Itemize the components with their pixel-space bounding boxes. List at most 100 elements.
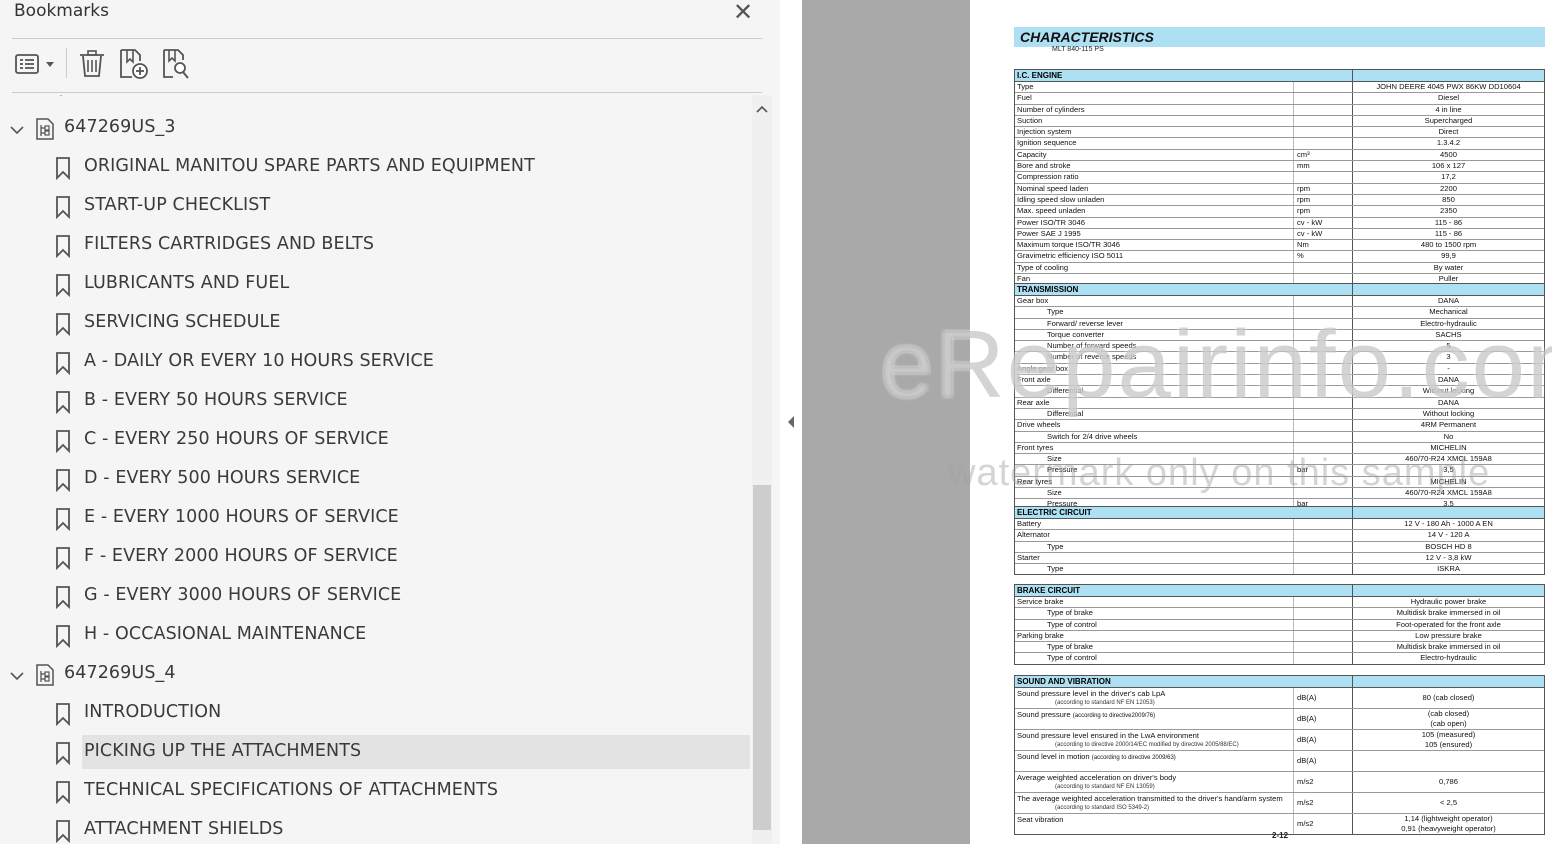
bookmark-icon bbox=[55, 780, 71, 809]
model-subheading: MLT 840-115 PS bbox=[1052, 46, 1104, 53]
spec-table-header: I.C. ENGINE bbox=[1015, 70, 1544, 82]
bookmark-item[interactable]: ATTACHMENT SHIELDS bbox=[0, 813, 752, 844]
bookmark-item[interactable]: PICKING UP THE ATTACHMENTS bbox=[0, 735, 752, 769]
bookmark-item[interactable]: FILTERS CARTRIDGES AND BELTS bbox=[0, 228, 752, 262]
bookmark-item[interactable]: START-UP CHECKLIST bbox=[0, 189, 752, 223]
bookmark-item[interactable]: F - EVERY 2000 HOURS OF SERVICE bbox=[0, 540, 752, 574]
bookmark-item[interactable]: INTRODUCTION bbox=[0, 696, 752, 730]
spec-value: 5 bbox=[1446, 341, 1451, 351]
spec-unit: Nm bbox=[1297, 240, 1309, 250]
spec-unit: dB(A) bbox=[1297, 756, 1317, 765]
bookmark-label: G - EVERY 3000 HOURS OF SERVICE bbox=[84, 585, 402, 605]
spec-value: DANA bbox=[1437, 296, 1460, 305]
collapse-panel-button[interactable] bbox=[786, 414, 796, 435]
bookmark-item[interactable]: E - EVERY 1000 HOURS OF SERVICE bbox=[0, 501, 752, 535]
spec-value: By water bbox=[1433, 262, 1464, 272]
spec-unit: mm bbox=[1297, 161, 1310, 171]
spec-label: Alternator bbox=[1017, 530, 1050, 540]
panel-splitter[interactable] bbox=[780, 0, 802, 844]
spec-label-text: Average weighted acceleration on driver'… bbox=[1017, 773, 1177, 782]
spec-label: Drive wheels bbox=[1017, 420, 1061, 430]
section-title: I.C. ENGINE bbox=[1017, 71, 1063, 80]
spec-row: Front axle DANA bbox=[1015, 375, 1544, 387]
bookmark-item[interactable]: LUBRICANTS AND FUEL bbox=[0, 267, 752, 301]
triangle-left-icon bbox=[788, 416, 794, 428]
bookmark-icon bbox=[55, 273, 71, 302]
find-bookmark-icon bbox=[163, 49, 189, 79]
bookmark-item[interactable]: ORIGINAL MANITOU SPARE PARTS AND EQUIPME… bbox=[0, 150, 752, 184]
spec-row: Type of cooling By water bbox=[1015, 262, 1544, 275]
bookmark-icon bbox=[55, 624, 71, 653]
spec-value: 12 V - 180 Ah - 1000 A EN bbox=[1404, 519, 1493, 528]
spec-value: No bbox=[1443, 431, 1454, 441]
spec-label: Type of cooling bbox=[1017, 262, 1069, 272]
chevron-down-icon[interactable] bbox=[9, 123, 25, 141]
close-icon[interactable]: ✕ bbox=[733, 0, 753, 24]
spec-row: Max. speed unladen rpm 2350 bbox=[1015, 206, 1544, 218]
bookmark-group[interactable]: 647269US_3 bbox=[0, 111, 752, 145]
spec-value: 12 V - 3,8 kW bbox=[1425, 552, 1472, 562]
spec-value: MICHELIN bbox=[1430, 476, 1467, 486]
options-menu-button[interactable] bbox=[12, 46, 58, 82]
spec-label: Size bbox=[1047, 488, 1062, 498]
spec-row: Drive wheels 4RM Permanent bbox=[1015, 420, 1544, 432]
document-page: CHARACTERISTICS MLT 840-115 PS I.C. ENGI… bbox=[970, 0, 1552, 844]
add-bookmark-button[interactable] bbox=[117, 46, 151, 82]
spec-value: 106 x 127 bbox=[1431, 161, 1466, 171]
spec-table: I.C. ENGINE Type JOHN DEERE 4045 PWX 86KW … bbox=[1014, 69, 1545, 286]
spec-label: Type of brake bbox=[1047, 608, 1094, 618]
sound-vibration-table: SOUND AND VIBRATION Sound pressure level … bbox=[1014, 675, 1545, 835]
spec-row: Rear axle DANA bbox=[1015, 397, 1544, 409]
bookmark-item[interactable]: A - DAILY OR EVERY 10 HOURS SERVICE bbox=[0, 345, 752, 379]
spec-row: Sound pressure level ensured in the LwA … bbox=[1015, 730, 1544, 751]
bookmark-label: E - EVERY 1000 HOURS OF SERVICE bbox=[84, 507, 399, 527]
spec-value: 99,9 bbox=[1441, 251, 1456, 261]
bookmark-label: START-UP CHECKLIST bbox=[84, 195, 271, 215]
spec-label: Ignition sequence bbox=[1017, 138, 1077, 148]
spec-value: 3,5 bbox=[1443, 465, 1454, 475]
section-title: ELECTRIC CIRCUIT bbox=[1017, 508, 1092, 517]
spec-label: Suction bbox=[1017, 115, 1043, 125]
spec-row: Type JOHN DEERE 4045 PWX 86KW DD10604 bbox=[1015, 82, 1544, 94]
spec-label: Capacity bbox=[1017, 149, 1047, 159]
spec-value: 850 bbox=[1442, 194, 1455, 204]
bookmark-item[interactable]: TECHNICAL SPECIFICATIONS OF ATTACHMENTS bbox=[0, 774, 752, 808]
spec-value: 480 to 1500 rpm bbox=[1420, 240, 1477, 250]
spec-row: Alternator 14 V - 120 A bbox=[1015, 530, 1544, 542]
spec-label: Starter bbox=[1017, 552, 1040, 562]
spec-label: Rear tyres bbox=[1017, 476, 1053, 486]
find-bookmark-button[interactable] bbox=[160, 46, 192, 82]
bookmark-label: PICKING UP THE ATTACHMENTS bbox=[84, 741, 362, 761]
bookmark-item[interactable]: C - EVERY 250 HOURS OF SERVICE bbox=[0, 423, 752, 457]
chevron-down-icon[interactable] bbox=[9, 669, 25, 687]
spec-row: Sound pressure level in the driver's cab… bbox=[1015, 688, 1544, 709]
scroll-up-button[interactable] bbox=[752, 99, 772, 119]
spec-value: 460/70-R24 XMCL 159A8 bbox=[1405, 488, 1492, 498]
standard-note: (according to standard ISO 5349-2) bbox=[1055, 805, 1150, 811]
bookmark-item[interactable]: D - EVERY 500 HOURS SERVICE bbox=[0, 462, 752, 496]
bookmark-group[interactable]: 647269US_4 bbox=[0, 657, 752, 691]
standard-note: (according to standard NF EN 12053) bbox=[1055, 700, 1155, 706]
panel-scrollbar[interactable] bbox=[752, 95, 772, 844]
spec-row: Front tyres MICHELIN bbox=[1015, 442, 1544, 455]
spec-unit: rpm bbox=[1297, 206, 1311, 216]
page-number: 2-12 bbox=[1272, 831, 1289, 840]
spec-row: Differential Without locking bbox=[1015, 386, 1544, 398]
spec-label: Parking brake bbox=[1017, 630, 1064, 640]
spec-value: 1,14 (lightweight operator) bbox=[1404, 814, 1493, 823]
spec-label: Number of reverse speeds bbox=[1047, 352, 1137, 362]
bookmark-item[interactable]: B - EVERY 50 HOURS SERVICE bbox=[0, 384, 752, 418]
spec-value: 2350 bbox=[1440, 206, 1457, 216]
spec-row: Idling speed slow unladen rpm 850 bbox=[1015, 194, 1544, 207]
delete-bookmark-button[interactable] bbox=[76, 46, 108, 82]
bookmark-item[interactable]: H - OCCASIONAL MAINTENANCE bbox=[0, 618, 752, 652]
bookmark-item[interactable]: G - EVERY 3000 HOURS OF SERVICE bbox=[0, 579, 752, 613]
spec-value: 3 bbox=[1446, 352, 1451, 362]
spec-label: Service brake bbox=[1017, 597, 1064, 606]
scroll-thumb[interactable] bbox=[753, 485, 771, 830]
spec-label: Sound pressure (according to directive20… bbox=[1017, 710, 1155, 721]
bookmark-item[interactable]: SERVICING SCHEDULE bbox=[0, 306, 752, 340]
spec-label-note: (according to directive2009/76) bbox=[1072, 713, 1156, 719]
spec-row: Power SAE J 1995 cv - kW 115 - 86 bbox=[1015, 228, 1544, 241]
spec-label: Size bbox=[1047, 454, 1062, 464]
